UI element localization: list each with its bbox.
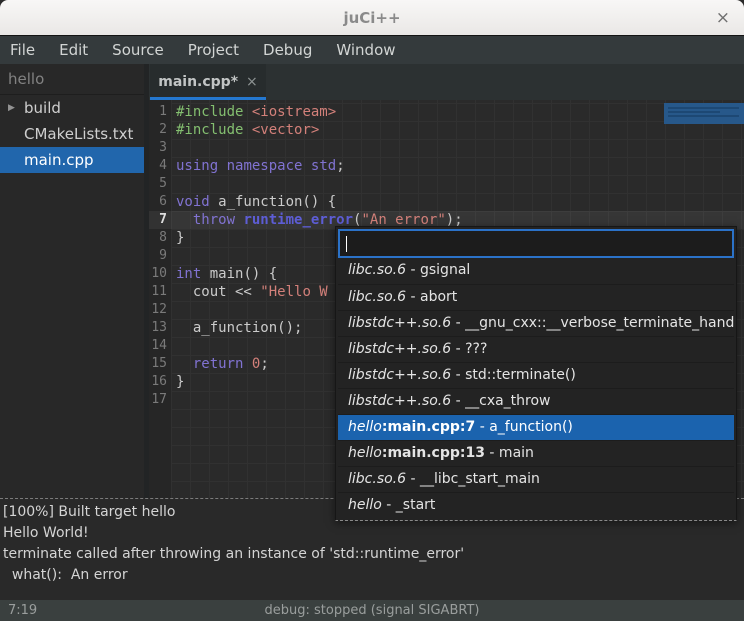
tooltip-text-line (668, 111, 720, 113)
line-number: 17 (149, 391, 171, 409)
menu-item-edit[interactable]: Edit (47, 36, 100, 64)
sidebar-item-main-cpp[interactable]: main.cpp (0, 147, 144, 173)
code-text: a_function(); (171, 319, 302, 337)
sidebar-item-build[interactable]: ▶ build (0, 95, 144, 121)
code-text (171, 247, 176, 265)
line-number: 15 (149, 355, 171, 373)
text-cursor (346, 236, 347, 252)
tab-bar: main.cpp* × (149, 64, 744, 100)
code-text: #include <vector> (171, 121, 319, 139)
code-text: return 0; (171, 355, 269, 373)
line-number: 11 (149, 283, 171, 301)
line-number: 13 (149, 319, 171, 337)
stacktrace-frame-item[interactable]: libstdc++.so.6 - std::terminate() (338, 362, 734, 388)
editor-tooltip (664, 103, 744, 124)
expander-arrow-icon[interactable]: ▶ (0, 95, 24, 121)
app-window: juCi++ × FileEditSourceProjectDebugWindo… (0, 0, 744, 621)
stacktrace-frame-item[interactable]: hello:main.cpp:7 - a_function() (338, 414, 734, 440)
code-text: } (171, 229, 184, 247)
line-number: 3 (149, 139, 171, 157)
line-number: 7 (149, 211, 171, 229)
line-number: 9 (149, 247, 171, 265)
menu-item-project[interactable]: Project (176, 36, 251, 64)
code-text: void a_function() { (171, 193, 336, 211)
stacktrace-popup: libc.so.6 - gsignallibc.so.6 - abortlibs… (335, 226, 737, 521)
status-bar: 7:19 debug: stopped (signal SIGABRT) (0, 600, 744, 621)
code-text (171, 301, 176, 319)
line-number: 16 (149, 373, 171, 391)
tooltip-text-line (668, 107, 739, 109)
stacktrace-frame-item[interactable]: libstdc++.so.6 - __gnu_cxx::__verbose_te… (338, 310, 734, 336)
code-line: 3 (149, 139, 744, 157)
line-number: 10 (149, 265, 171, 283)
titlebar: juCi++ × (0, 0, 744, 36)
file-name-label: build (24, 95, 61, 121)
debug-status-label: debug: stopped (signal SIGABRT) (0, 603, 744, 618)
window-title: juCi++ (343, 9, 400, 27)
stacktrace-frame-item[interactable]: libstdc++.so.6 - ??? (338, 336, 734, 362)
menu-item-window[interactable]: Window (324, 36, 407, 64)
menubar: FileEditSourceProjectDebugWindow (0, 36, 744, 64)
code-text (171, 337, 176, 355)
line-number: 12 (149, 301, 171, 319)
line-number: 8 (149, 229, 171, 247)
console-output-line: Hello World! (3, 523, 744, 544)
stacktrace-frame-item[interactable]: libc.so.6 - abort (338, 284, 734, 310)
menu-item-file[interactable]: File (0, 36, 47, 64)
tooltip-text-line (668, 115, 739, 117)
sidebar-item-cmakelists-txt[interactable]: CMakeLists.txt (0, 121, 144, 147)
tab-label: main.cpp* (158, 74, 238, 90)
stacktrace-frame-item[interactable]: hello - _start (338, 492, 734, 518)
code-line: 6 void a_function() { (149, 193, 744, 211)
code-text: cout << "Hello W (171, 283, 328, 301)
stacktrace-frame-item[interactable]: hello:main.cpp:13 - main (338, 440, 734, 466)
tab-main-cpp[interactable]: main.cpp* × (150, 64, 266, 100)
code-line: 5 (149, 175, 744, 193)
code-text (171, 139, 176, 157)
menu-item-debug[interactable]: Debug (251, 36, 324, 64)
code-line: 4 using namespace std; (149, 157, 744, 175)
code-line: 1 #include <iostream> (149, 103, 744, 121)
stacktrace-frame-item[interactable]: libstdc++.so.6 - __cxa_throw (338, 388, 734, 414)
code-text (171, 175, 176, 193)
tab-close-icon[interactable]: × (246, 74, 258, 90)
code-text: int main() { (171, 265, 277, 283)
code-text (171, 391, 176, 409)
file-name-label: CMakeLists.txt (24, 121, 133, 147)
project-name-label: hello (0, 64, 144, 95)
stacktrace-frame-item[interactable]: libc.so.6 - __libc_start_main (338, 466, 734, 492)
code-text: #include <iostream> (171, 103, 336, 121)
line-number: 2 (149, 121, 171, 139)
line-number: 14 (149, 337, 171, 355)
console-output-line: terminate called after throwing an insta… (3, 544, 744, 565)
code-text: using namespace std; (171, 157, 345, 175)
file-tree-sidebar: hello ▶ build CMakeLists.txt main.cpp (0, 64, 149, 498)
line-number: 4 (149, 157, 171, 175)
stacktrace-filter-input[interactable] (338, 229, 734, 258)
line-number: 6 (149, 193, 171, 211)
close-icon[interactable]: × (716, 0, 730, 36)
menu-item-source[interactable]: Source (100, 36, 176, 64)
line-number: 1 (149, 103, 171, 121)
code-line: 2 #include <vector> (149, 121, 744, 139)
stacktrace-frame-item[interactable]: libc.so.6 - gsignal (338, 258, 734, 284)
line-number: 5 (149, 175, 171, 193)
file-name-label: main.cpp (24, 147, 94, 173)
console-output-line: what(): An error (3, 565, 744, 586)
code-text: } (171, 373, 184, 391)
